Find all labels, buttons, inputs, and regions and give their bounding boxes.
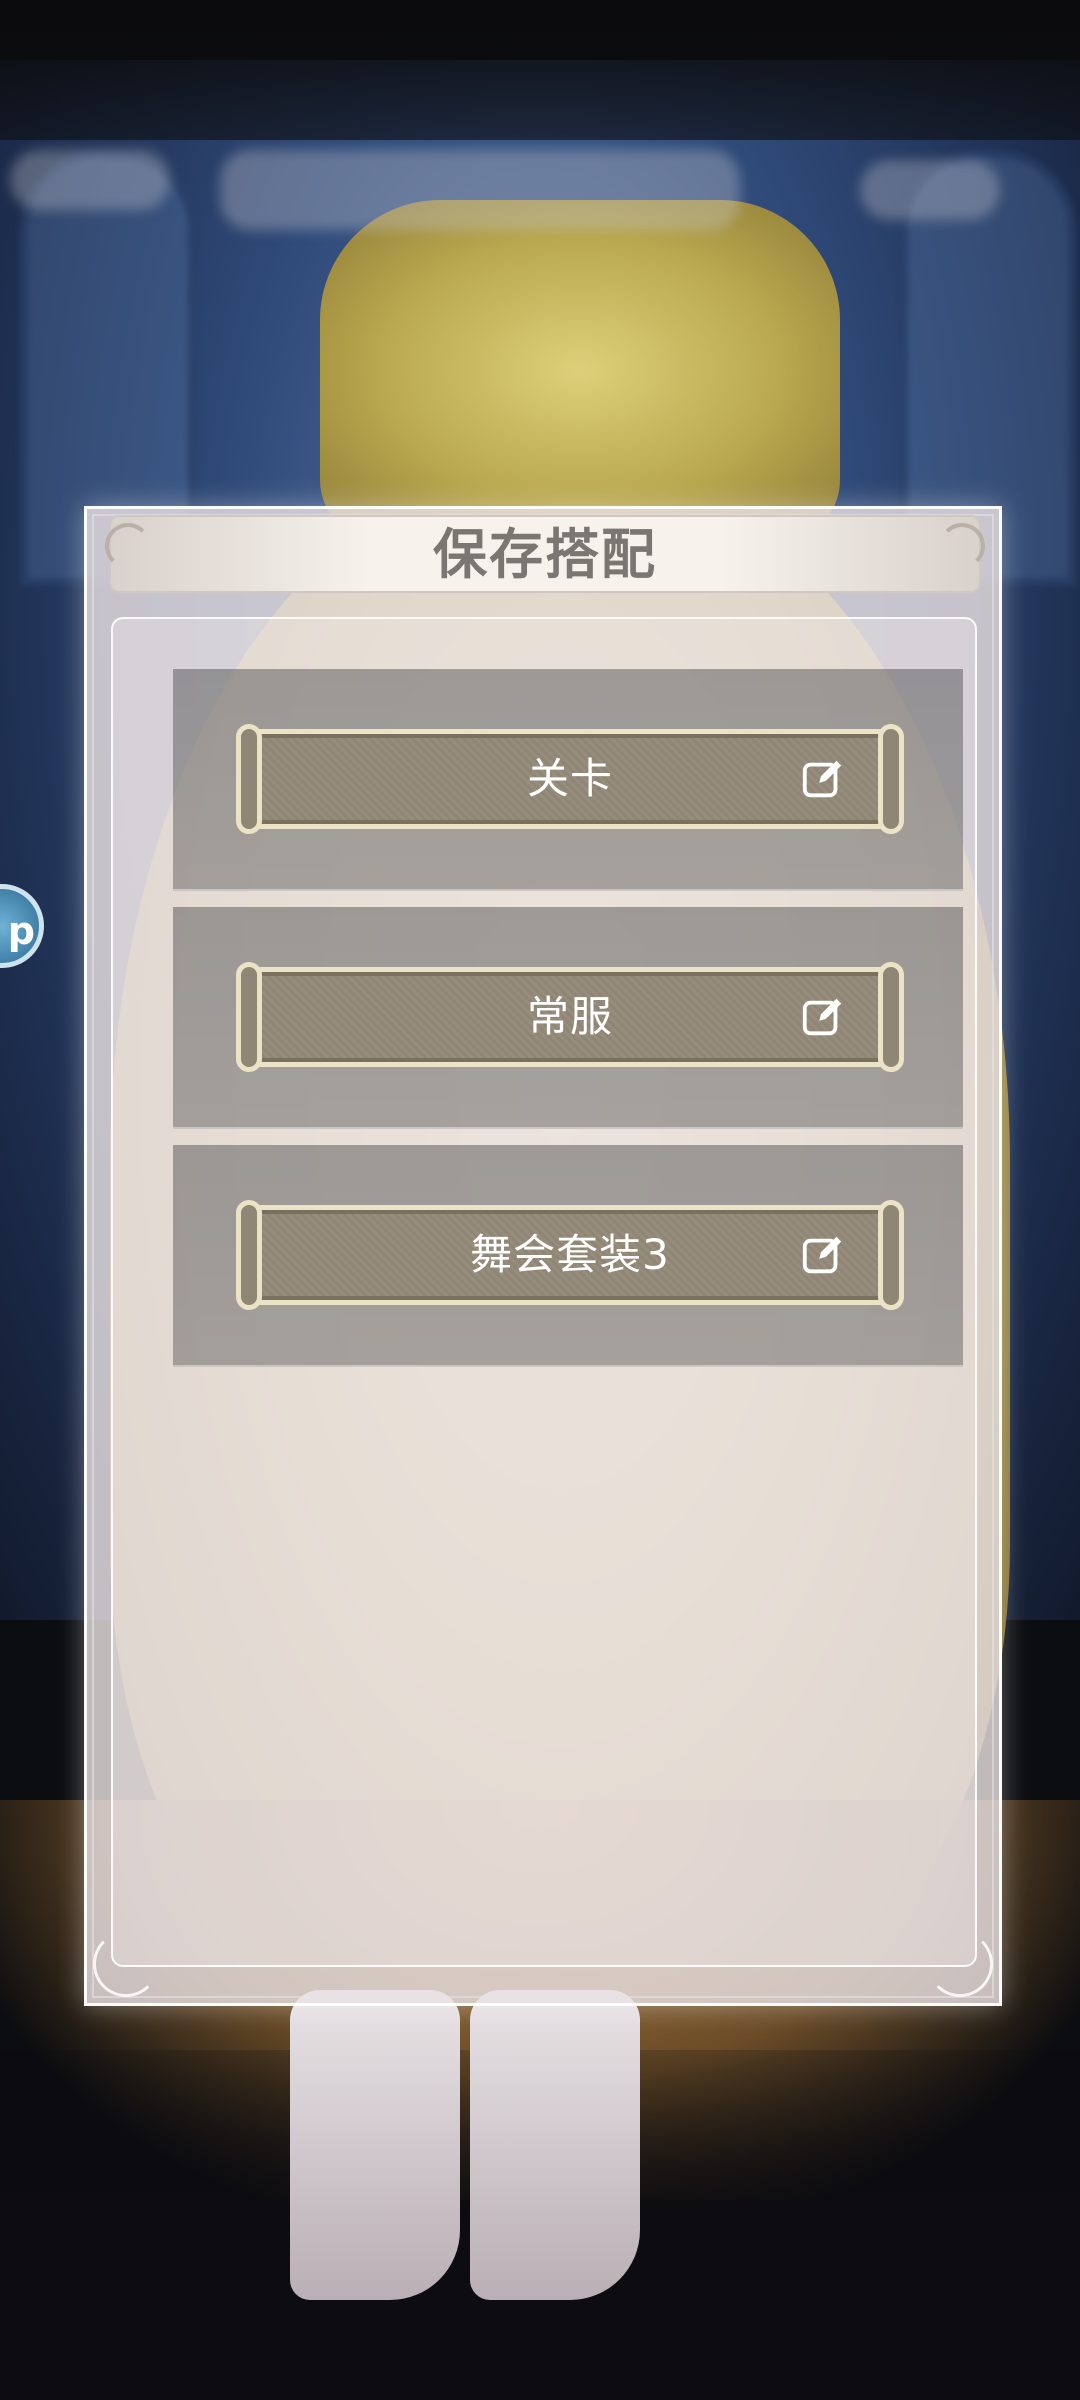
character-dress-top [320,200,840,540]
outfit-slot: 常服 [173,907,963,1129]
outfit-slot-button[interactable]: 关卡 [236,724,904,834]
blurred-hud-item [860,160,1000,220]
edit-icon[interactable] [800,1232,846,1278]
outfit-slot: 关卡 [173,669,963,891]
corner-ornament [93,1931,159,1997]
dialog-title: 保存搭配 [433,522,657,586]
save-outfit-dialog: 保存搭配 关卡 常服 舞会套装3 [84,506,1002,2006]
outfit-slot-label: 舞会套装3 [470,1230,670,1279]
character-boot-right [470,1990,640,2300]
outfit-slot: 舞会套装3 [173,1145,963,1367]
character-boot-left [290,1990,460,2300]
outfit-slot-label: 关卡 [526,754,613,803]
blurred-hud-bar [220,150,740,230]
dialog-title-banner: 保存搭配 [105,515,985,593]
corner-ornament [927,1931,993,1997]
edit-icon[interactable] [800,756,846,802]
outfit-slot-list: 关卡 常服 舞会套装3 [111,617,977,1967]
outfit-slot-button[interactable]: 常服 [236,962,904,1072]
outfit-slot-label: 常服 [526,992,613,1041]
blurred-hud-item [10,150,170,210]
top-bar [0,0,1080,140]
outfit-slot-button[interactable]: 舞会套装3 [236,1200,904,1310]
edit-icon[interactable] [800,994,846,1040]
